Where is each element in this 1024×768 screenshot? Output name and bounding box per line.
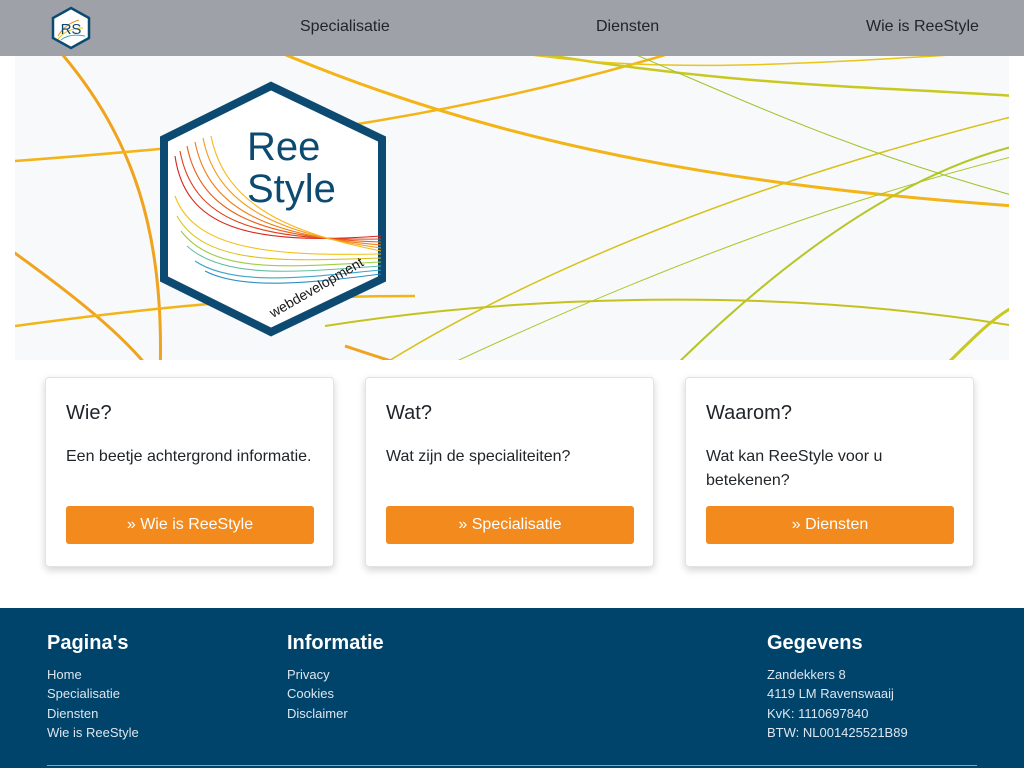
- navbar: RS Specialisatie Diensten Wie is ReeStyl…: [0, 0, 1024, 56]
- card-title: Wie?: [66, 402, 112, 424]
- reestyle-logo-small[interactable]: RS: [49, 6, 93, 50]
- specialisatie-button[interactable]: » Specialisatie: [386, 506, 634, 544]
- footer-link-cookies[interactable]: Cookies: [287, 684, 384, 703]
- hero-graphic: Ree Style webdevelopment: [15, 56, 1009, 360]
- card-text: Een beetje achtergrond informatie.: [66, 448, 312, 465]
- nav-link-diensten[interactable]: Diensten: [596, 18, 659, 36]
- card-title: Waarom?: [706, 402, 792, 424]
- card-waarom: Waarom? Wat kan ReeStyle voor u betekene…: [685, 377, 974, 567]
- footer-heading: Gegevens: [767, 632, 863, 654]
- nav-link-wie-is-reestyle[interactable]: Wie is ReeStyle: [866, 18, 979, 36]
- footer-link-diensten[interactable]: Diensten: [47, 704, 139, 723]
- footer-details-column: Gegevens Zandekkers 8 4119 LM Ravenswaai…: [767, 632, 908, 742]
- footer-divider: [47, 765, 977, 766]
- footer-info-column: Informatie Privacy Cookies Disclaimer: [287, 632, 384, 723]
- card-wat: Wat? Wat zijn de specialiteiten? » Speci…: [365, 377, 654, 567]
- footer-heading: Pagina's: [47, 632, 129, 654]
- footer-kvk: KvK: 1110697840: [767, 705, 869, 721]
- footer-link-specialisatie[interactable]: Specialisatie: [47, 684, 139, 703]
- nav-link-specialisatie[interactable]: Specialisatie: [300, 18, 390, 36]
- footer-btw: BTW: NL001425521B89: [767, 724, 908, 740]
- footer: Pagina's Home Specialisatie Diensten Wie…: [0, 608, 1024, 768]
- footer-link-home[interactable]: Home: [47, 665, 139, 684]
- reestyle-hexagon-logo: Ree Style webdevelopment: [160, 81, 386, 337]
- diensten-button[interactable]: » Diensten: [706, 506, 954, 544]
- footer-link-privacy[interactable]: Privacy: [287, 665, 384, 684]
- card-text: Wat zijn de specialiteiten?: [386, 448, 571, 465]
- logo-word-ree: Ree: [247, 125, 320, 169]
- card-wie: Wie? Een beetje achtergrond informatie. …: [45, 377, 334, 567]
- footer-heading: Informatie: [287, 632, 384, 654]
- footer-pages-column: Pagina's Home Specialisatie Diensten Wie…: [47, 632, 139, 742]
- footer-link-disclaimer[interactable]: Disclaimer: [287, 704, 384, 723]
- wie-is-reestyle-button[interactable]: » Wie is ReeStyle: [66, 506, 314, 544]
- footer-link-wie-is-reestyle[interactable]: Wie is ReeStyle: [47, 723, 139, 742]
- logo-word-style: Style: [247, 167, 336, 211]
- card-text: Wat kan ReeStyle voor u betekenen?: [706, 448, 883, 489]
- footer-address-street: Zandekkers 8: [767, 667, 846, 682]
- svg-text:RS: RS: [61, 21, 82, 38]
- hero-banner: Ree Style webdevelopment: [15, 56, 1009, 360]
- card-title: Wat?: [386, 402, 432, 424]
- footer-address-city: 4119 LM Ravenswaaij: [767, 686, 894, 702]
